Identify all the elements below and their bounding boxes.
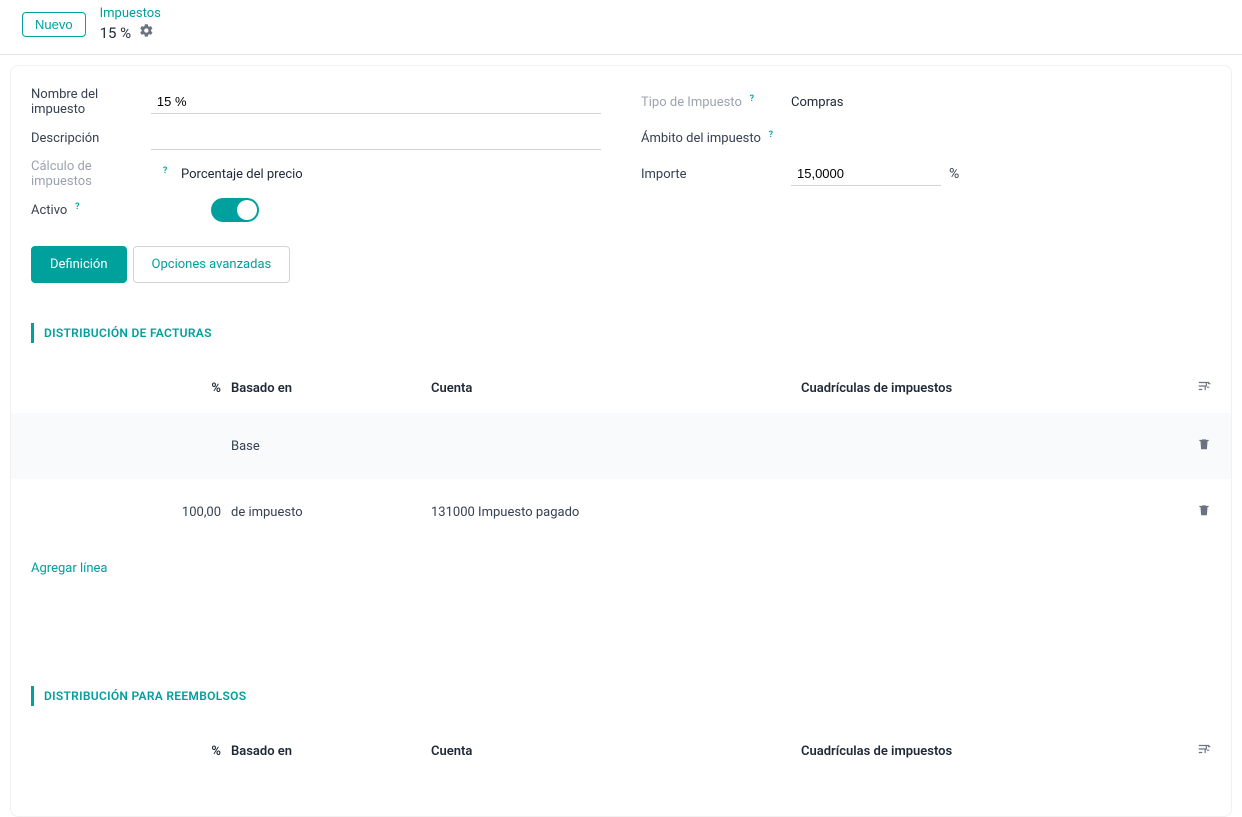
nuevo-button[interactable]: Nuevo: [22, 12, 86, 37]
nombre-input[interactable]: [151, 90, 601, 114]
importe-input[interactable]: [791, 162, 941, 186]
tab-opciones-avanzadas[interactable]: Opciones avanzadas: [133, 246, 291, 283]
tab-definicion[interactable]: Definición: [31, 246, 127, 283]
label-importe: Importe: [641, 167, 791, 182]
col-cuenta: Cuenta: [431, 381, 801, 396]
label-ambito: Ámbito del impuesto ?: [641, 131, 791, 146]
descripcion-input[interactable]: [151, 126, 601, 150]
help-icon[interactable]: ?: [765, 129, 777, 141]
help-icon[interactable]: ?: [71, 201, 83, 213]
label-nombre: Nombre del impuesto: [31, 87, 151, 117]
help-icon[interactable]: ?: [159, 165, 171, 177]
help-icon[interactable]: ?: [746, 93, 758, 105]
breadcrumb-link-impuestos[interactable]: Impuestos: [100, 6, 161, 21]
page-title-text: 15 %: [100, 24, 132, 42]
tabs: Definición Opciones avanzadas: [11, 228, 1231, 283]
col-cuadriculas: Cuadrículas de impuestos: [801, 744, 1181, 759]
trash-icon[interactable]: [1197, 440, 1211, 455]
col-basado-en: Basado en: [231, 381, 431, 396]
col-percent: %: [31, 744, 231, 759]
breadcrumb: Nuevo Impuestos 15 %: [0, 0, 1242, 48]
col-percent: %: [31, 381, 231, 396]
col-basado-en: Basado en: [231, 744, 431, 759]
reembolsos-table: % Basado en Cuenta Cuadrículas de impues…: [11, 726, 1231, 776]
gear-icon[interactable]: [139, 23, 154, 42]
importe-unit: %: [949, 166, 959, 182]
sliders-icon[interactable]: [1197, 745, 1211, 760]
activo-toggle[interactable]: [211, 198, 259, 222]
sliders-icon[interactable]: [1197, 382, 1211, 397]
page-title: 15 %: [100, 23, 161, 42]
form-card: Nombre del impuesto Descripción Cálculo …: [10, 65, 1232, 817]
add-line-link[interactable]: Agregar línea: [11, 545, 1231, 576]
label-tipo: Tipo de Impuesto ?: [641, 95, 791, 110]
col-cuenta: Cuenta: [431, 744, 801, 759]
label-descripcion: Descripción: [31, 131, 151, 146]
calculo-value: Porcentaje del precio: [181, 163, 303, 186]
trash-icon[interactable]: [1197, 506, 1211, 521]
section-distribucion-facturas: DISTRIBUCIÓN DE FACTURAS: [31, 323, 1211, 343]
col-cuadriculas: Cuadrículas de impuestos: [801, 381, 1181, 396]
label-activo: Activo ?: [31, 203, 181, 218]
table-row[interactable]: Base: [11, 413, 1231, 479]
label-calculo: Cálculo de impuestos ?: [31, 159, 181, 189]
table-row[interactable]: 100,00 de impuesto 131000 Impuesto pagad…: [11, 479, 1231, 545]
tipo-value: Compras: [791, 91, 844, 114]
section-distribucion-reembolsos: DISTRIBUCIÓN PARA REEMBOLSOS: [31, 686, 1211, 706]
facturas-table: % Basado en Cuenta Cuadrículas de impues…: [11, 363, 1231, 545]
